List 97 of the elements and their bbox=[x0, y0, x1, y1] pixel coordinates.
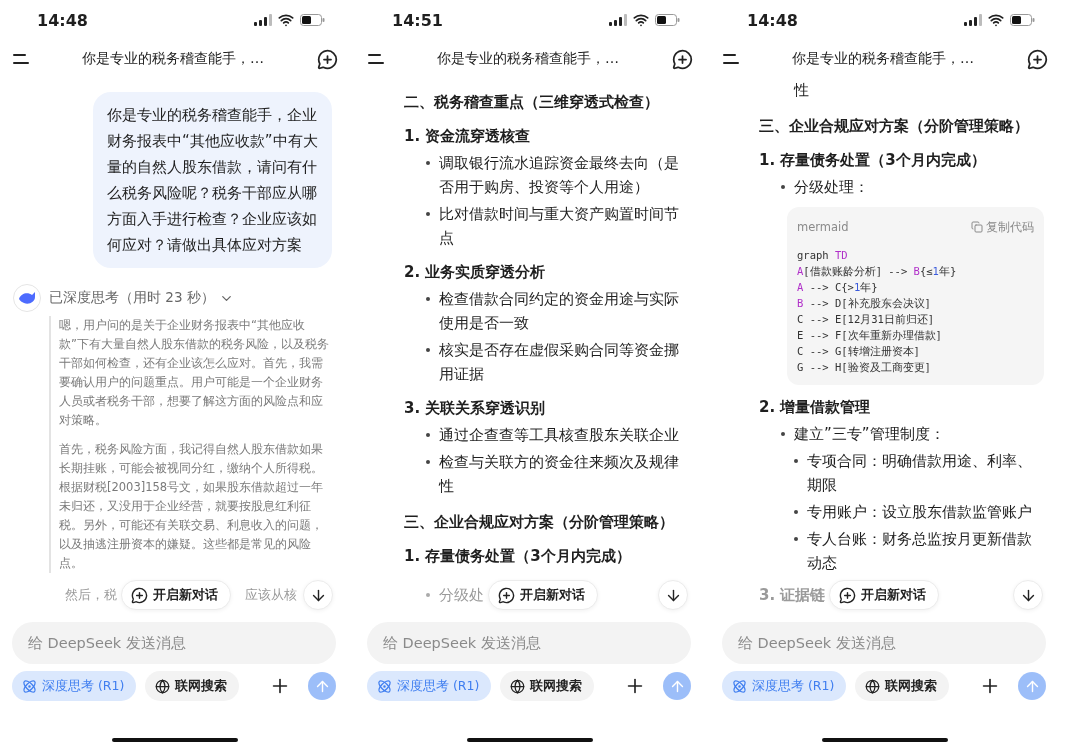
scroll-down-button[interactable] bbox=[1013, 580, 1043, 610]
section-heading: 二、税务稽查重点（三维穿透式检查） bbox=[404, 92, 660, 113]
list-item-text: 性 bbox=[794, 80, 810, 101]
code-line: graph TD bbox=[797, 248, 849, 263]
status-time: 14:48 bbox=[747, 10, 798, 30]
wifi-icon bbox=[633, 12, 649, 28]
menu-button[interactable] bbox=[13, 53, 29, 65]
status-time: 14:51 bbox=[392, 10, 443, 30]
new-chat-icon bbox=[672, 48, 693, 70]
code-line: B --> D[补充股东会决议] bbox=[797, 296, 932, 311]
numbered-heading: 1. 存量债务处置（3个月内完成） bbox=[759, 150, 987, 171]
new-chat-button[interactable]: 开启新对话 bbox=[121, 580, 231, 610]
menu-button[interactable] bbox=[723, 53, 739, 65]
status-time: 14:48 bbox=[37, 10, 88, 30]
chat-title: 你是专业的税务稽查能手，… bbox=[82, 50, 264, 68]
bullet-icon bbox=[426, 433, 430, 437]
list-item-text: 分级处理： bbox=[794, 177, 870, 198]
bullet-icon bbox=[794, 537, 798, 541]
code-line: A --> C{>1年} bbox=[797, 280, 879, 295]
new-chat-button[interactable]: 开启新对话 bbox=[829, 580, 940, 610]
list-item-text: 检查与关联方的资金往来频次及规律性 bbox=[439, 452, 680, 497]
code-line: G --> H[验资及工商变更] bbox=[797, 360, 932, 375]
atom-icon bbox=[732, 678, 747, 694]
bullet-icon bbox=[781, 432, 785, 436]
code-language: mermaid bbox=[797, 219, 849, 236]
thinking-paragraph: 嗯，用户问的是关于企业财务报表中“其他应收款”下有大量自然人股东借款的税务风险，以及税务干部如何检查，还有企业该怎么应对。首先，我需要确认用户的问题重点。用户可能是一个企业财务人员或者税务干部，想要了解这方面的风险点和应对策略。 bbox=[59, 317, 330, 429]
faded-text: 分级处 bbox=[439, 585, 484, 605]
wifi-icon bbox=[278, 12, 294, 28]
battery-icon bbox=[300, 14, 325, 26]
bullet-icon bbox=[426, 212, 430, 216]
list-item-text: 专用账户：设立股东借款监管账户 bbox=[807, 502, 1033, 523]
list-item-text: 比对借款时间与重大资产购置时间节点 bbox=[439, 204, 680, 249]
list-item-text: 调取银行流水追踪资金最终去向（是否用于购房、投资等个人用途） bbox=[439, 153, 680, 198]
new-chat-button[interactable] bbox=[1027, 48, 1048, 70]
bullet-icon bbox=[781, 185, 785, 189]
copy-icon bbox=[971, 221, 983, 233]
mode-toggle[interactable]: 联网搜索 bbox=[500, 671, 595, 701]
list-item-text: 通过企查查等工具核查股东关联企业 bbox=[439, 425, 680, 446]
list-item-text: 专人台账：财务总监按月更新借款动态 bbox=[807, 529, 1033, 574]
numbered-heading: 2. 增量借款管理 bbox=[759, 397, 872, 418]
list-item-text: 建立”三专”管理制度： bbox=[794, 424, 946, 445]
globe-icon bbox=[155, 678, 171, 694]
new-chat-icon bbox=[1027, 48, 1048, 70]
globe-icon bbox=[865, 678, 881, 694]
message-input[interactable]: 给 DeepSeek 发送消息 bbox=[12, 622, 336, 664]
signal-icon bbox=[254, 14, 272, 26]
code-line: C --> E[12月31日前归还] bbox=[797, 312, 936, 327]
scroll-down-button[interactable] bbox=[658, 580, 688, 610]
code-line: A[借款账龄分析] --> B{≤1年} bbox=[797, 264, 958, 279]
signal-icon bbox=[964, 14, 982, 26]
list-item-text: 核实是否存在虚假采购合同等资金挪用证据 bbox=[439, 340, 680, 385]
atom-icon bbox=[22, 678, 37, 694]
bullet-icon bbox=[426, 161, 430, 165]
section-heading: 三、企业合规应对方案（分阶管理策略） bbox=[404, 512, 675, 533]
code-line: C --> G[转增注册资本] bbox=[797, 344, 921, 359]
wifi-icon bbox=[988, 12, 1004, 28]
new-chat-button[interactable] bbox=[672, 48, 693, 70]
user-message: 你是专业的税务稽查能手，企业财务报表中“其他应收款”中有大量的自然人股东借款，请问有什么税务风险呢？税务干部应从哪方面入手进行检查？企业应该如何应对？请做出具体应对方案 bbox=[93, 92, 332, 268]
list-item-text: 专项合同：明确借款用途、利率、期限 bbox=[807, 451, 1033, 496]
battery-icon bbox=[655, 14, 680, 26]
numbered-heading: 2. 业务实质穿透分析 bbox=[404, 262, 547, 283]
new-chat-icon bbox=[131, 586, 148, 604]
thinking-paragraph: 首先，税务风险方面，我记得自然人股东借款如果长期挂账，可能会被视同分红，缴纳个人所得税。根据财税[2003]158号文，如果股东借款超过一年未归还，又没用于企业经营，就要按股息红利征税。另外，可能还有关联交易、利息收入的问题，以及抽逃注册资本的嫌疑。这些都是常见的风险点。 bbox=[59, 441, 325, 572]
new-chat-button[interactable]: 开启新对话 bbox=[488, 580, 598, 610]
numbered-heading: 3. 关联关系穿透识别 bbox=[404, 398, 547, 419]
signal-icon bbox=[609, 14, 627, 26]
bullet-icon bbox=[794, 459, 798, 463]
message-input[interactable]: 给 DeepSeek 发送消息 bbox=[722, 622, 1046, 664]
faded-text: 应该从核 bbox=[245, 586, 297, 604]
battery-icon bbox=[1010, 14, 1035, 26]
menu-button[interactable] bbox=[368, 53, 384, 65]
new-chat-button[interactable] bbox=[317, 48, 338, 70]
numbered-heading: 1. 资金流穿透核查 bbox=[404, 126, 532, 147]
mode-toggle[interactable]: 联网搜索 bbox=[145, 671, 240, 701]
faded-text: 然后，税 bbox=[65, 586, 117, 604]
bullet-icon bbox=[426, 348, 430, 352]
bullet-icon bbox=[426, 460, 430, 464]
list-item-text: 检查借款合同约定的资金用途与实际使用是否一致 bbox=[439, 289, 680, 334]
faded-text: 3. 证据链 bbox=[759, 585, 826, 605]
bullet-icon bbox=[426, 593, 430, 597]
thinking-toggle[interactable]: 已深度思考（用时 23 秒） bbox=[49, 289, 234, 307]
code-line: E --> F[次年重新办理借款] bbox=[797, 328, 943, 343]
scroll-down-button[interactable] bbox=[303, 580, 333, 610]
bullet-icon bbox=[426, 297, 430, 301]
logo-icon bbox=[13, 284, 41, 312]
bullet-icon bbox=[794, 510, 798, 514]
new-chat-icon bbox=[839, 586, 857, 604]
message-input[interactable]: 给 DeepSeek 发送消息 bbox=[367, 622, 691, 664]
chat-title: 你是专业的税务稽查能手，… bbox=[792, 50, 974, 68]
atom-icon bbox=[377, 678, 392, 694]
section-heading: 三、企业合规应对方案（分阶管理策略） bbox=[759, 116, 1030, 137]
new-chat-icon bbox=[498, 586, 515, 604]
chat-title: 你是专业的税务稽查能手，… bbox=[437, 50, 619, 68]
mode-toggle[interactable]: 联网搜索 bbox=[855, 671, 950, 701]
numbered-heading: 1. 存量债务处置（3个月内完成） bbox=[404, 546, 632, 567]
globe-icon bbox=[510, 678, 526, 694]
new-chat-icon bbox=[317, 48, 338, 70]
